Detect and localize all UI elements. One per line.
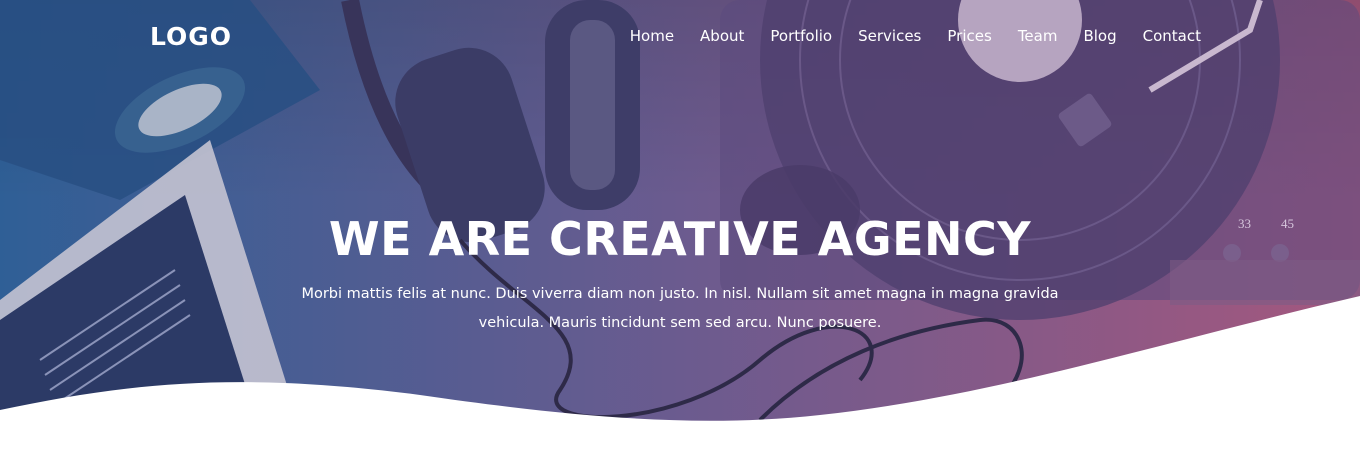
- hero-title: WE ARE CREATIVE AGENCY: [328, 212, 1032, 266]
- nav-prices[interactable]: Prices: [947, 27, 991, 45]
- top-navigation-bar: LOGO Home About Portfolio Services Price…: [0, 0, 1360, 72]
- nav-blog[interactable]: Blog: [1083, 27, 1116, 45]
- nav-about[interactable]: About: [700, 27, 744, 45]
- nav-contact[interactable]: Contact: [1143, 27, 1201, 45]
- main-nav: Home About Portfolio Services Prices Tea…: [630, 27, 1201, 45]
- nav-home[interactable]: Home: [630, 27, 674, 45]
- hero-subtitle: Morbi mattis felis at nunc. Duis viverra…: [301, 286, 1059, 331]
- nav-portfolio[interactable]: Portfolio: [770, 27, 832, 45]
- nav-team[interactable]: Team: [1018, 27, 1058, 45]
- hero-section: 33 45 LOGO Home About Portfolio Services…: [0, 0, 1360, 453]
- nav-services[interactable]: Services: [858, 27, 921, 45]
- logo[interactable]: LOGO: [150, 22, 232, 51]
